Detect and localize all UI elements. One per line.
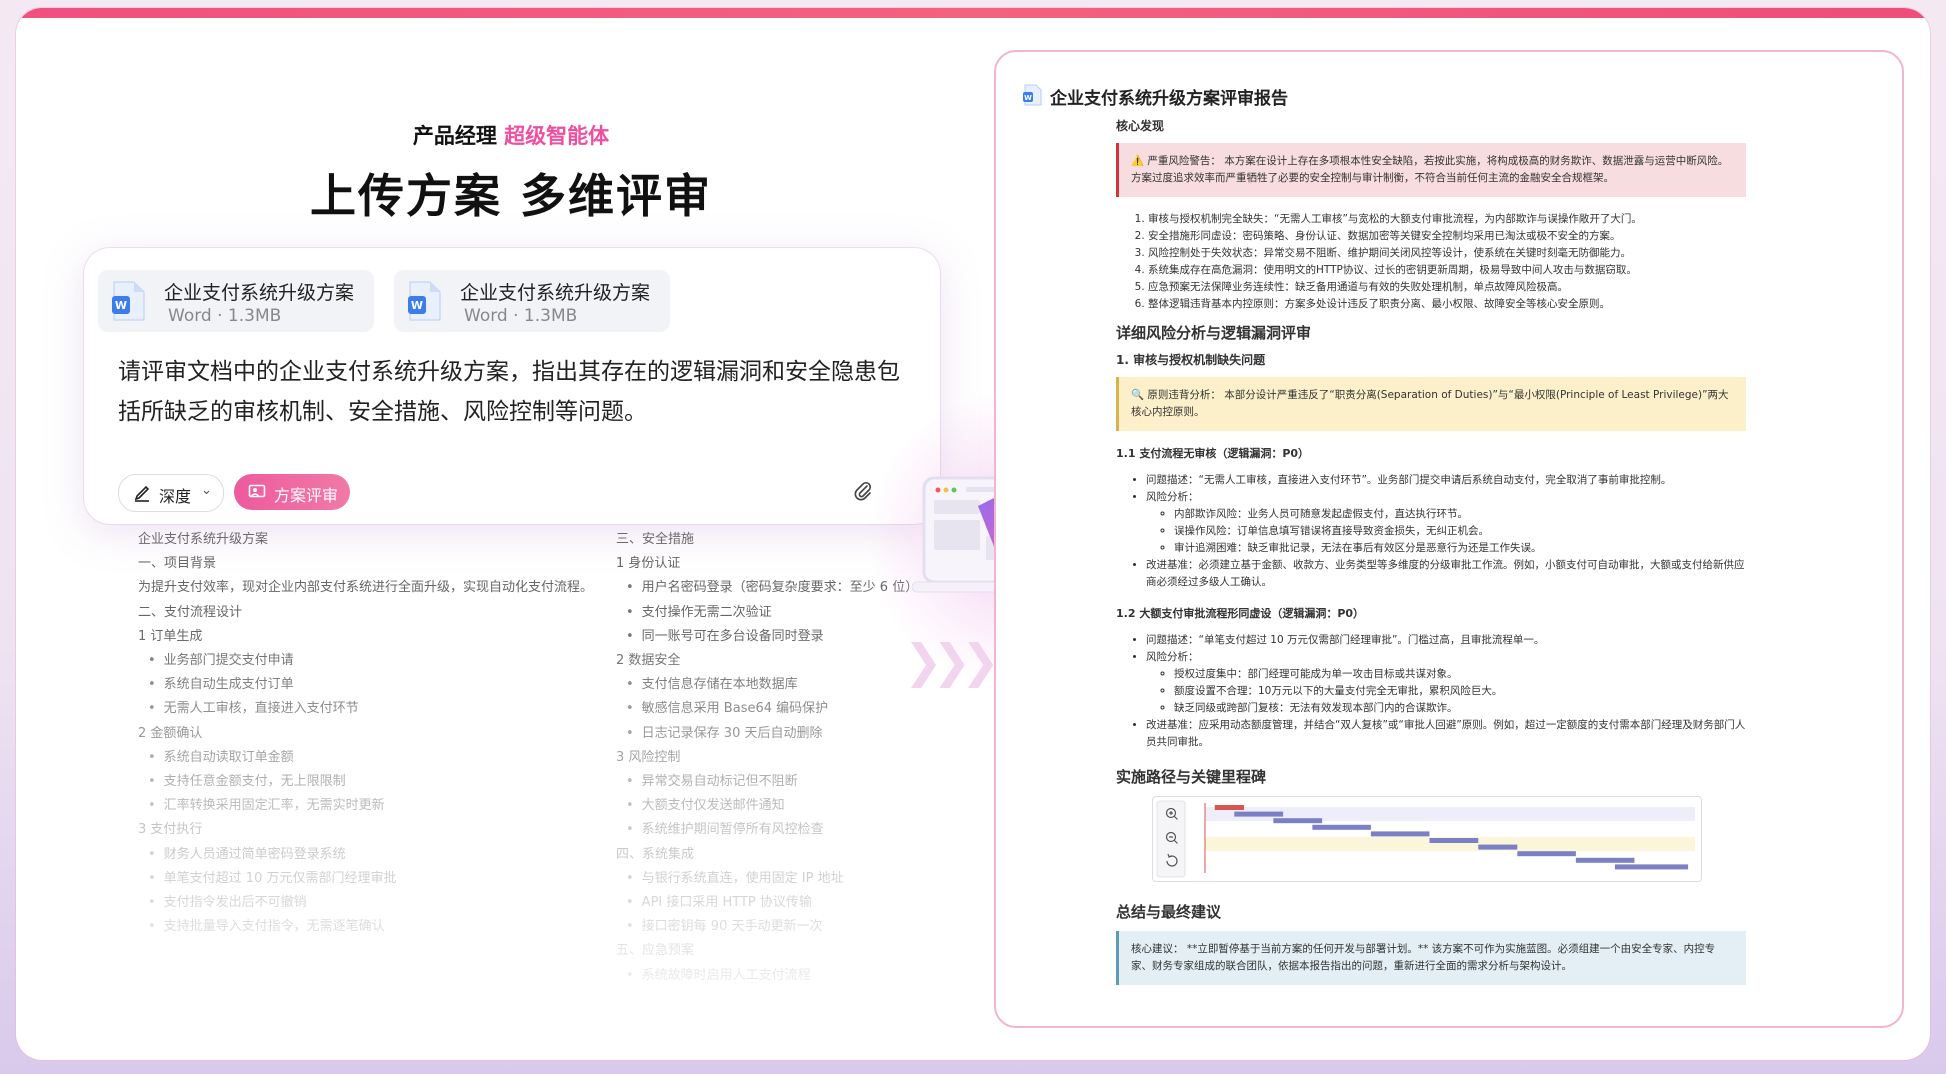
prompt-text[interactable]: 请评审文档中的企业支付系统升级方案，指出其存在的逻辑漏洞和安全隐患包括所缺乏的审… [118,352,918,432]
attached-file-2[interactable]: W 企业支付系统升级方案 Word · 1.3MB [394,270,670,332]
severe-risk-alert: ⚠️ 严重风险警告： 本方案在设计上存在多项根本性安全缺陷，若按此实施，将构成极… [1116,143,1746,197]
document-fade [116,628,916,1048]
gantt-task-bar [1273,818,1323,824]
document-bullet-line: 支付操作无需二次验证 [616,601,918,625]
subtitle-prefix: 产品经理 [412,124,505,148]
detail-heading: 详细风险分析与逻辑漏洞评审 [1116,324,1312,342]
gantt-task-bar [1370,831,1430,837]
principle-callout: 🔍 原则违背分析： 本部分设计严重违反了“职责分离(Separation of … [1116,377,1746,431]
list-item: 额度设置不合理：10万元以下的大量支付完全无审批，累积风险巨大。 [1174,683,1746,700]
file-name: 企业支付系统升级方案 [460,282,651,304]
gantt-task-bar [1312,824,1371,830]
gantt-svg [1156,800,1695,878]
file-name: 企业支付系统升级方案 [164,282,355,304]
list-item: 误操作风险：订单信息填写错误将直接导致资金损失，无纠正机会。 [1174,523,1746,540]
list-item: 改进基准：必须建立基于金额、收款方、业务类型等多维度的分级审批工作流。例如，小额… [1146,557,1746,591]
pen-icon [134,485,150,502]
attached-file-1[interactable]: W 企业支付系统升级方案 Word · 1.3MB [98,270,374,332]
word-file-icon: W [408,281,441,321]
word-file-icon: W [1023,84,1042,106]
list-item: 整体逻辑违背基本内控原则：方案多处设计违反了职责分离、最小权限、故障安全等核心安… [1148,296,1746,313]
chevron-down-icon: ⌄ [201,483,212,498]
word-file-icon: W [112,281,145,321]
svg-text:W: W [1024,94,1032,102]
review-report-panel: W 企业支付系统升级方案评审报告 核心发现 ⚠️ 严重风险警告： 本方案在设计上… [994,50,1904,1028]
gantt-task-bar [1478,844,1518,850]
gantt-task-bar [1517,851,1576,857]
section-1-2-heading: 1.2 大额支付审批流程形同虚设（逻辑漏洞：P0） [1116,607,1365,620]
list-item: 内部欺诈风险：业务人员可随意发起虚假支付，直达执行环节。 [1174,506,1746,523]
hero-headline: 上传方案 多维评审 [309,169,712,223]
findings-list: 审核与授权机制完全缺失：“无需人工审核”与宽松的大额支付审批流程，为内部欺诈与误… [1116,211,1746,313]
list-item: 审计追溯困难：缺乏审批记录，无法在事后有效区分是恶意行为还是工作失误。 [1174,540,1746,557]
file-meta: Word · 1.3MB [464,306,578,326]
list-item: 安全措施形同虚设：密码策略、身份认证、数据加密等关键安全控制均采用已淘汰或极不安… [1148,228,1746,245]
section-1-2-list: 问题描述：“单笔支付超过 10 万元仅需部门经理审批”。门槛过高，且审批流程单一… [1116,632,1746,751]
file-meta: Word · 1.3MB [168,306,282,326]
core-findings-heading: 核心发现 [1116,119,1165,133]
implementation-heading: 实施路径与关键里程碑 [1116,768,1267,786]
list-item: 问题描述：“单笔支付超过 10 万元仅需部门经理审批”。门槛过高，且审批流程单一… [1146,632,1746,649]
chat-input-card: W 企业支付系统升级方案 Word · 1.3MB W 企业支付系统升级方案 W… [84,248,940,524]
summary-callout: 核心建议： **立即暂停基于当前方案的任何开发与部署计划。** 该方案不可作为实… [1116,931,1746,985]
summary-heading: 总结与最终建议 [1116,903,1222,921]
report-content: 核心发现 ⚠️ 严重风险警告： 本方案在设计上存在多项根本性安全缺陷，若按此实施… [1116,118,1746,999]
section-1-heading: 1. 审核与授权机制缺失问题 [1116,353,1266,367]
list-item: 授权过度集中：部门经理可能成为单一攻击目标或共谋对象。 [1174,666,1746,683]
gantt-task-bar [1214,805,1245,810]
risk-label: 风险分析： [1146,491,1199,503]
list-item: 审核与授权机制完全缺失：“无需人工审核”与宽松的大额支付审批流程，为内部欺诈与误… [1148,211,1746,228]
gantt-chart [1152,796,1702,882]
list-item: 改进基准：应采用动态额度管理，并结合“双人复核”或“审批人回避”原则。例如，超过… [1146,717,1746,751]
svg-text:W: W [411,299,423,312]
list-item: 应急预案无法保障业务连续性：缺乏备用通道与有效的失败处理机制，单点故障风险极高。 [1148,279,1746,296]
list-item: 缺乏同级或跨部门复核：无法有效发现本部门内的合谋欺诈。 [1174,700,1746,717]
presentation-icon [248,484,266,498]
svg-text:W: W [115,299,127,312]
gantt-task-bar [1614,864,1689,870]
review-label: 方案评审 [274,486,339,505]
depth-dropdown[interactable]: 深度 ⌄ [118,474,224,512]
gantt-task-bar [1575,857,1635,863]
section-1-1-heading: 1.1 支付流程无审核（逻辑漏洞：P0） [1116,447,1310,460]
list-item: 系统集成存在高危漏洞：使用明文的HTTP协议、过长的密钥更新周期，极易导致中间人… [1148,262,1746,279]
document-line: 二、支付流程设计 [138,604,243,620]
gantt-task-bar [1429,838,1479,843]
plan-review-button[interactable]: 方案评审 [234,474,350,510]
app-frame: 产品经理 超级智能体 上传方案 多维评审 企业支付系统升级方案 一、项目背景 为提升… [16,8,1930,1060]
list-item: 问题描述：“无需人工审核，直接进入支付环节”。业务部门提交申请后系统自动支付，完… [1146,472,1746,489]
list-item: 风险控制处于失效状态：异常交易不阻断、维护期间关闭风控等设计，使系统在关键时刻毫… [1148,245,1746,262]
list-item: 风险分析： 授权过度集中：部门经理可能成为单一攻击目标或共谋对象。 额度设置不合… [1146,649,1746,717]
report-title: 企业支付系统升级方案评审报告 [1050,89,1288,109]
document-line: 企业支付系统升级方案 [138,532,269,547]
risk-label: 风险分析： [1146,651,1199,663]
depth-label: 深度 [159,487,192,506]
hero-subtitle: 产品经理 超级智能体 [16,120,1006,150]
subtitle-accent: 超级智能体 [504,124,610,148]
list-item: 风险分析： 内部欺诈风险：业务人员可随意发起虚假支付，直达执行环节。 误操作风险… [1146,489,1746,557]
section-1-1-list: 问题描述：“无需人工审核，直接进入支付环节”。业务部门提交申请后系统自动支付，完… [1116,472,1746,591]
document-line: 一、项目背景 [138,556,217,572]
gantt-task-bar [1234,811,1284,817]
document-line: 为提升支付效率，现对企业内部支付系统进行全面升级，实现自动化支付流程。 [138,580,594,596]
top-accent-bar [16,8,1930,18]
